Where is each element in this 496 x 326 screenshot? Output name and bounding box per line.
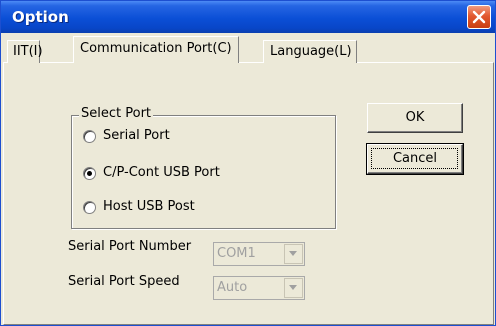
serial-port-speed-value: Auto bbox=[217, 280, 248, 295]
focus-rectangle bbox=[371, 148, 458, 169]
radio-selected-dot bbox=[87, 171, 92, 176]
chevron-down-icon bbox=[289, 285, 297, 290]
serial-port-number-select[interactable]: COM1 bbox=[213, 242, 305, 266]
dropdown-button[interactable] bbox=[284, 244, 303, 264]
serial-port-number-label: Serial Port Number bbox=[68, 239, 192, 254]
cancel-button[interactable]: Cancel bbox=[366, 143, 464, 175]
tab-language[interactable]: Language(L) bbox=[263, 40, 357, 63]
radio-label: Serial Port bbox=[103, 128, 170, 143]
radio-button[interactable] bbox=[83, 167, 96, 180]
radio-label: C/P-Cont USB Port bbox=[103, 165, 220, 180]
select-port-legend: Select Port bbox=[79, 106, 154, 121]
dropdown-button[interactable] bbox=[284, 278, 303, 298]
serial-port-speed-label: Serial Port Speed bbox=[68, 274, 180, 289]
tab-iit[interactable]: IIT(I) bbox=[7, 40, 43, 63]
serial-port-number-value: COM1 bbox=[217, 246, 256, 261]
tab-communication-port[interactable]: Communication Port(C) bbox=[73, 36, 239, 63]
window-title: Option bbox=[12, 8, 69, 26]
close-button[interactable] bbox=[467, 5, 491, 29]
title-bar[interactable]: Option bbox=[1, 1, 495, 33]
close-icon bbox=[472, 10, 486, 24]
chevron-down-icon bbox=[289, 251, 297, 256]
serial-port-speed-select[interactable]: Auto bbox=[213, 276, 305, 300]
radio-label: Host USB Post bbox=[103, 199, 195, 214]
radio-button[interactable] bbox=[83, 201, 96, 214]
radio-button[interactable] bbox=[83, 130, 96, 143]
option-dialog: Option IIT(I) Communication Port(C) Lang… bbox=[0, 0, 496, 326]
ok-button[interactable]: OK bbox=[367, 103, 463, 133]
